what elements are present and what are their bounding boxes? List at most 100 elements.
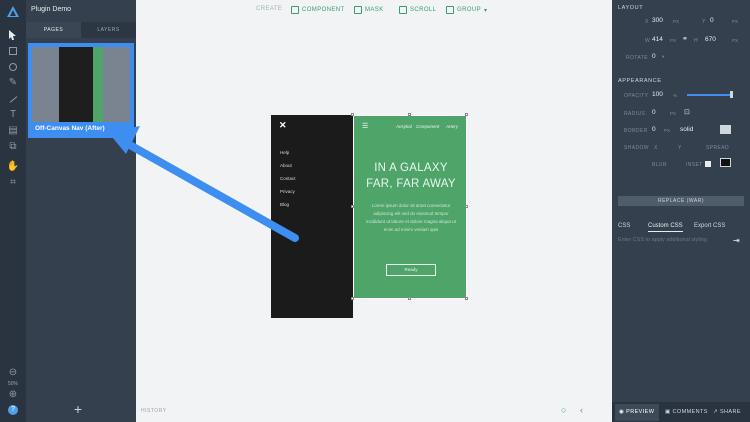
import-icon[interactable]: ⇥ bbox=[733, 236, 743, 245]
radius-unit: PX bbox=[670, 111, 677, 116]
h-field[interactable]: 670 bbox=[705, 36, 716, 43]
comments-button[interactable]: ▣ COMMENTS bbox=[665, 409, 708, 415]
h-unit: PX bbox=[732, 38, 739, 43]
w-field[interactable]: 414 bbox=[652, 36, 663, 43]
preview-button[interactable]: ◉ PREVIEW bbox=[619, 409, 654, 415]
radius-field[interactable]: 0 bbox=[652, 109, 656, 116]
top-toolbar: CREATE COMPONENT MASK SCROLL GROUP ▾ bbox=[136, 0, 612, 22]
y-field[interactable]: 0 bbox=[710, 17, 714, 24]
rotate-field[interactable]: 0 bbox=[652, 53, 656, 60]
resize-handle[interactable] bbox=[465, 205, 468, 208]
hand-icon[interactable]: ✋ bbox=[6, 160, 20, 174]
w-label: W bbox=[645, 38, 651, 44]
hero-title: IN A GALAXY FAR, FAR AWAY bbox=[354, 160, 468, 192]
close-icon[interactable]: ✕ bbox=[279, 121, 287, 130]
hero-title-line2: FAR, FAR AWAY bbox=[366, 178, 456, 190]
layout-title: LAYOUT bbox=[618, 5, 644, 11]
rotate-chevron-icon[interactable]: ▾ bbox=[662, 54, 664, 60]
history-button[interactable]: HISTORY bbox=[141, 408, 167, 414]
corner-icon[interactable]: ⊡ bbox=[684, 108, 690, 116]
border-color-swatch[interactable] bbox=[720, 125, 731, 134]
resize-handle[interactable] bbox=[408, 113, 411, 116]
opacity-label: OPACITY bbox=[624, 93, 649, 99]
replace-button[interactable]: REPLACE (WAR) bbox=[618, 196, 744, 206]
zoom-level: 50% bbox=[7, 381, 18, 387]
opacity-slider[interactable] bbox=[687, 94, 732, 96]
x-field[interactable]: 300 bbox=[652, 17, 663, 24]
zoom-out-icon[interactable]: ⊖ bbox=[6, 366, 20, 380]
shadow-blur-label[interactable]: BLUR bbox=[652, 162, 667, 168]
refresh-icon[interactable]: ○ bbox=[561, 405, 566, 415]
zoom-in-icon[interactable]: ⊕ bbox=[6, 388, 20, 402]
line-icon[interactable] bbox=[6, 92, 20, 106]
offcanvas-nav-artboard[interactable]: ✕ Help About Contact Privacy Blog bbox=[271, 115, 353, 318]
hero-title-line1: IN A GALAXY bbox=[374, 162, 448, 174]
share-button[interactable]: ↗ SHARE bbox=[713, 409, 741, 415]
crop-icon[interactable]: ⌗ bbox=[6, 176, 20, 190]
page-card[interactable]: Off-Canvas Nav (After) bbox=[28, 43, 134, 138]
pen-icon[interactable]: ✎ bbox=[6, 76, 20, 90]
nav-link-help[interactable]: Help bbox=[280, 150, 289, 155]
appearance-title: APPEARANCE bbox=[618, 78, 662, 84]
create-button[interactable]: CREATE bbox=[256, 6, 282, 12]
group-button[interactable]: GROUP ▾ bbox=[446, 6, 487, 14]
text-icon[interactable]: T bbox=[6, 108, 20, 122]
border-field[interactable]: 0 bbox=[652, 126, 656, 133]
shadow-y-label[interactable]: Y bbox=[678, 145, 682, 151]
shadow-color-swatch[interactable] bbox=[720, 158, 731, 167]
shadow-spread-label[interactable]: SPREAD bbox=[706, 145, 729, 151]
mask-button[interactable]: MASK bbox=[354, 6, 384, 14]
resize-handle[interactable] bbox=[351, 297, 354, 300]
shadow-label: SHADOW bbox=[624, 145, 649, 151]
panel-tabs: PAGES LAYERS bbox=[26, 22, 136, 38]
group-label: GROUP bbox=[457, 7, 482, 13]
opacity-slider-knob[interactable] bbox=[730, 91, 733, 98]
border-style-select[interactable]: solid bbox=[680, 126, 693, 133]
component-button[interactable]: COMPONENT bbox=[291, 6, 345, 14]
ready-button[interactable]: Ready bbox=[386, 264, 436, 276]
add-page-button[interactable]: + bbox=[71, 402, 85, 416]
nav-link-contact[interactable]: Contact bbox=[280, 176, 296, 181]
inspector-panel: LAYOUT X 300 PX Y 0 PX W 414 PX ⚭ H 670 … bbox=[612, 0, 750, 422]
comments-label: COMMENTS bbox=[672, 409, 708, 415]
tab-css[interactable]: CSS bbox=[618, 223, 630, 229]
top-menu-item[interactable]: Ansykal bbox=[396, 124, 412, 129]
rectangle-icon[interactable] bbox=[6, 44, 20, 58]
top-menu-item[interactable]: Component bbox=[416, 124, 439, 129]
main-screen-artboard[interactable]: ☰ Ansykal Component Artery IN A GALAXY F… bbox=[353, 115, 467, 299]
help-icon[interactable]: ? bbox=[6, 403, 20, 417]
custom-css-input[interactable]: Enter CSS to apply additional styling bbox=[618, 236, 728, 245]
border-unit: PX bbox=[664, 128, 671, 133]
resize-handle[interactable] bbox=[465, 113, 468, 116]
y-unit: PX bbox=[732, 19, 739, 24]
logo-icon[interactable] bbox=[6, 5, 20, 19]
nav-link-about[interactable]: About bbox=[280, 163, 292, 168]
collapse-icon[interactable]: ‹ bbox=[580, 405, 583, 415]
inset-checkbox[interactable] bbox=[705, 161, 711, 167]
share-label: SHARE bbox=[719, 409, 741, 415]
project-title: Plugin Demo bbox=[31, 6, 72, 13]
link-icon[interactable]: ⚭ bbox=[682, 35, 688, 43]
pointer-icon[interactable] bbox=[6, 28, 20, 42]
scroll-button[interactable]: SCROLL bbox=[399, 6, 436, 14]
top-menu-item[interactable]: Artery bbox=[446, 124, 458, 129]
opacity-field[interactable]: 100 bbox=[652, 91, 663, 98]
resize-handle[interactable] bbox=[465, 297, 468, 300]
component-icon[interactable]: ⧉ bbox=[6, 140, 20, 154]
canvas[interactable]: ✕ Help About Contact Privacy Blog ☰ Ansy… bbox=[136, 22, 612, 422]
tab-custom-css[interactable]: Custom CSS bbox=[648, 223, 683, 232]
resize-handle[interactable] bbox=[351, 205, 354, 208]
x-unit: PX bbox=[673, 19, 680, 24]
nav-link-blog[interactable]: Blog bbox=[280, 202, 289, 207]
layers-icon[interactable]: ▤ bbox=[6, 124, 20, 138]
tab-export-css[interactable]: Export CSS bbox=[694, 223, 725, 229]
resize-handle[interactable] bbox=[408, 297, 411, 300]
tab-pages[interactable]: PAGES bbox=[26, 22, 81, 38]
hamburger-icon[interactable]: ☰ bbox=[362, 123, 368, 130]
h-label: H bbox=[694, 38, 699, 44]
nav-link-privacy[interactable]: Privacy bbox=[280, 189, 295, 194]
shadow-x-label[interactable]: X bbox=[654, 145, 658, 151]
ellipse-icon[interactable] bbox=[6, 60, 20, 74]
tab-layers[interactable]: LAYERS bbox=[81, 22, 136, 38]
resize-handle[interactable] bbox=[351, 113, 354, 116]
